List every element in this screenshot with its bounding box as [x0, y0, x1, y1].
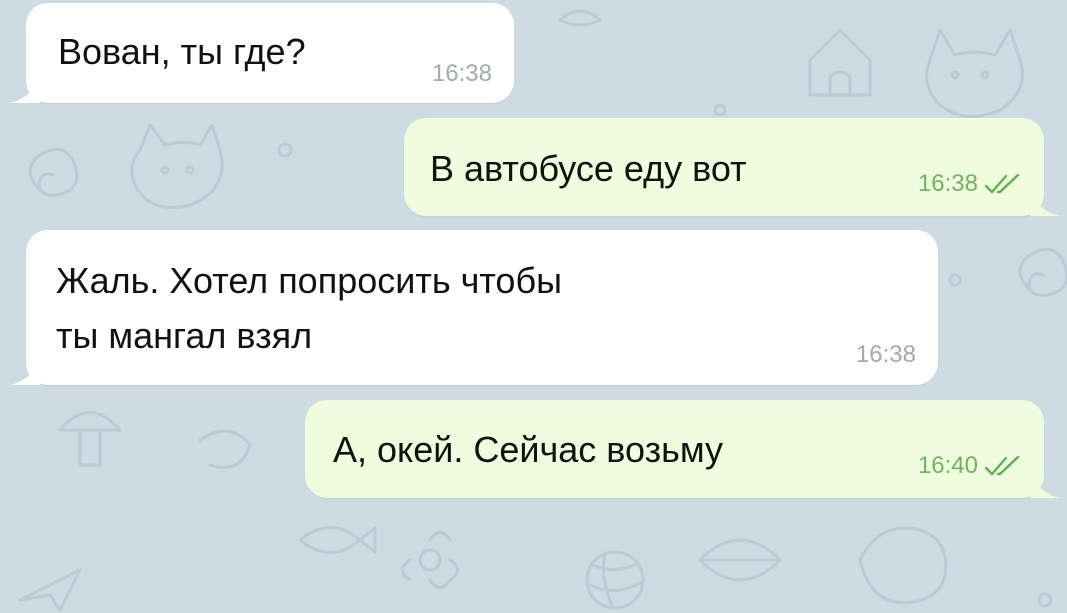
- message-text-line: Жаль. Хотел попросить чтобы: [56, 260, 562, 301]
- double-check-icon: [984, 455, 1020, 476]
- message-bubble-incoming[interactable]: Жаль. Хотел попросить чтобы ты мангал вз…: [10, 230, 938, 385]
- message-bubble-outgoing[interactable]: А, окей. Сейчас возьму 16:40: [305, 400, 1060, 498]
- message-text: В автобусе еду вот: [430, 148, 747, 189]
- message-time: 16:38: [855, 341, 916, 368]
- bubble-tail: [1030, 194, 1060, 216]
- message-time: 16:38: [431, 60, 492, 87]
- bubble-tail: [1030, 476, 1060, 498]
- message-time: 16:38: [917, 170, 978, 197]
- bubble-tail: [10, 363, 40, 385]
- message-meta: 16:38: [918, 170, 1022, 198]
- message-bubble-incoming[interactable]: Вован, ты где? 16:38: [10, 3, 514, 103]
- message-bubble-outgoing[interactable]: В автобусе еду вот 16:38: [404, 118, 1060, 216]
- message-text-line: ты мангал взял: [56, 315, 313, 356]
- message-meta: 16:38: [432, 60, 492, 88]
- double-check-icon: [984, 173, 1020, 194]
- message-meta: 16:38: [856, 341, 916, 369]
- message-text: Вован, ты где?: [58, 31, 306, 72]
- message-meta: 16:40: [918, 452, 1022, 480]
- message-time: 16:40: [917, 452, 978, 479]
- message-text: А, окей. Сейчас возьму: [333, 429, 723, 470]
- bubble-tail: [10, 81, 40, 103]
